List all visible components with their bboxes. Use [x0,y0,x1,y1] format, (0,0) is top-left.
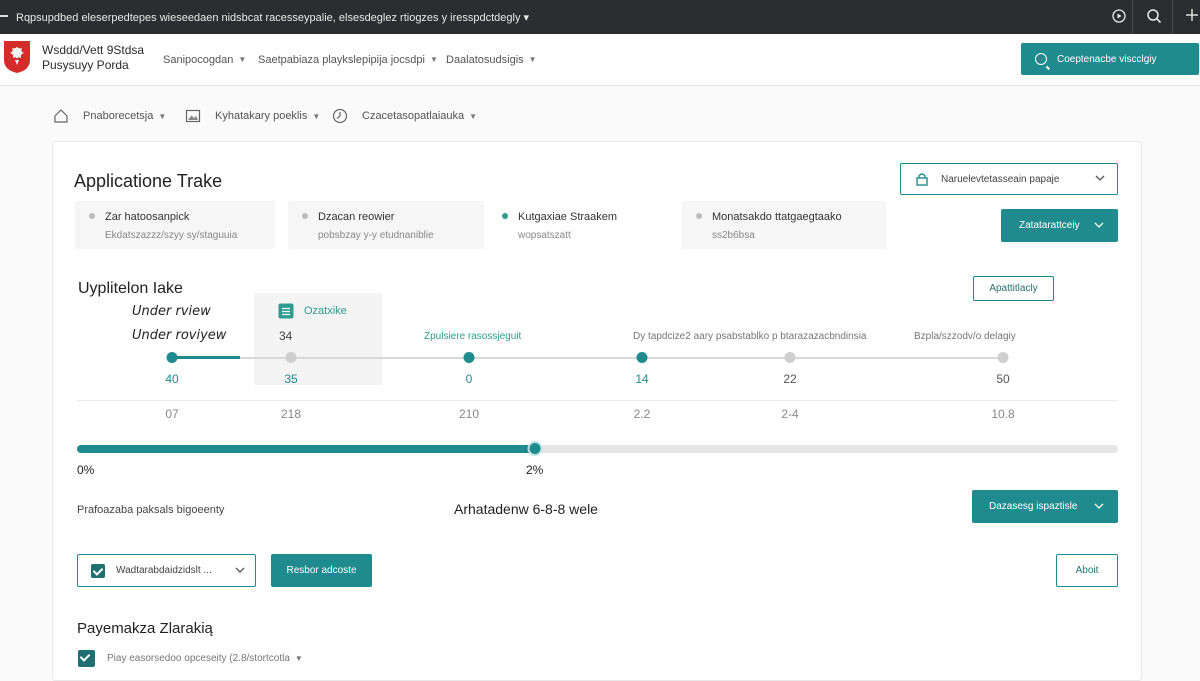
status-dropdown-button[interactable]: Zatatarattceiy [1001,209,1118,242]
status-tile[interactable]: Dzacan reowier pobsbzay y-y etudnaniblie [288,201,484,249]
checkbox-icon[interactable] [78,650,95,667]
breadcrumb-item-2[interactable]: Kyhatakary poeklis ▼ [185,108,320,124]
clock-icon [332,108,348,124]
step-subvalue: 07 [165,407,179,421]
step-node[interactable] [997,352,1009,363]
site-logo-text[interactable]: Wsddd/Vett 9Stdsa Pusysuyy Porda [42,43,144,73]
reset-button[interactable]: Resbor adcoste [271,554,372,587]
status-label: Under rview [132,304,211,319]
header-cta-button[interactable]: Coeptenacbe viscclgiy [1021,43,1199,75]
step-value: 40 [165,372,179,386]
step-value: 50 [996,372,1010,386]
status-tile[interactable]: Monatsakdo ttatgaegtaako ss2b6bsa [682,201,886,249]
estimate-text: Arhatadenw 6-8-8 wele [454,501,598,517]
payments-title: Payemakza Zlarakią [77,620,213,637]
step-label: Dy tapdcize2 aary psabstablko p btarazaz… [633,331,867,342]
nav-item-2[interactable]: Saetpabiaza playkslepipija jocsdpi ▼ [258,54,438,66]
step-subvalue: 10.8 [991,407,1015,421]
image-icon [185,108,201,124]
chevron-down-icon [1094,220,1104,233]
step-subvalue: 218 [280,407,302,421]
step-value: 14 [635,372,649,386]
checkbox-icon [91,563,105,578]
nav-item-3[interactable]: Daalatosudsigis ▼ [446,54,537,66]
chevron-down-icon [235,565,245,578]
lock-icon [915,172,929,186]
stepper-track-fill [172,356,240,359]
window-title: Rqpsupdbed eleserpedtepes wieseedaen nid… [16,12,530,24]
chevron-down-icon [1095,173,1105,186]
status-dot [502,213,508,219]
breadcrumb-item-3[interactable]: Czacetasopatlaiauka ▼ [332,108,477,124]
chevron-down-icon: ▼ [238,55,247,64]
step-label: Bzpla/szzodv/o delagiy [914,331,1016,342]
step-node[interactable] [285,352,297,363]
step-subvalue: 2.2 [633,407,651,421]
breadcrumb-item-1[interactable]: Pnaborecetsja ▼ [53,108,166,124]
chevron-down-icon: ▼ [294,654,303,663]
status-tile-active[interactable]: Kutgaxiae Straakem wopsatszatt [488,201,678,249]
step-node[interactable] [463,352,475,363]
status-dot [696,213,702,219]
status-dot [89,213,95,219]
list-icon [278,303,294,319]
panel-label: Ozatxike [304,305,347,317]
stepper-track [172,357,1004,359]
site-header: Wsddd/Vett 9Stdsa Pusysuyy Porda Sanipoc… [0,34,1200,86]
step-node[interactable] [784,352,796,363]
play-icon[interactable] [1110,8,1128,26]
step-node[interactable] [166,352,178,363]
progress-handle[interactable] [527,441,543,456]
document-select[interactable]: Naruelevtetasseain papaje [900,163,1118,195]
step-value: 35 [284,372,298,386]
step-node[interactable] [636,352,648,363]
abort-button[interactable]: Aboit [1056,554,1118,587]
section-title: Uyplitelon Iake [78,280,183,297]
step-label: Zpulsiere rasossjeguit [424,331,522,342]
search-icon [1035,53,1047,65]
progress-current-label: 2% [526,463,544,477]
step-subvalue: 2-4 [781,407,799,421]
panel-value: 34 [279,329,293,343]
step-subvalue: 210 [458,407,480,421]
progress-start-label: 0% [77,463,95,477]
search-icon[interactable] [1145,8,1163,26]
window-titlebar: Rqpsupdbed eleserpedtepes wieseedaen nid… [0,0,1200,34]
progress-bar-fill [77,445,536,453]
payments-option[interactable]: Piay easorsedoo opceseity (2.8/stortcotl… [78,650,303,667]
progress-bar[interactable] [77,445,1118,453]
home-icon [53,108,69,124]
status-tile[interactable]: Zar hatoosanpick Ekdatszazzz/szyy sy/sta… [75,201,275,249]
minimize-icon[interactable] [0,15,8,17]
nav-item-1[interactable]: Sanipocogdan ▼ [163,54,246,66]
step-value: 0 [465,372,473,386]
step-value: 22 [783,372,797,386]
details-dropdown-button[interactable]: Dazasesg ispaztisle [972,490,1118,523]
status-dot [302,213,308,219]
chevron-down-icon: ▼ [429,55,438,64]
apply-button[interactable]: Apattitlacly [973,276,1054,301]
chevron-down-icon: ▼ [528,55,537,64]
page-title: Applicatione Trake [74,171,223,191]
plus-icon[interactable] [1183,8,1200,26]
filter-select[interactable]: Wadtarabdaidzidslt ... [77,554,256,587]
chevron-down-icon [1094,501,1104,514]
eagle-emblem-icon [3,40,31,74]
status-label: Under roviyew [132,328,227,343]
processing-note: Prafoazaba paksals bigoeenty [77,504,225,516]
